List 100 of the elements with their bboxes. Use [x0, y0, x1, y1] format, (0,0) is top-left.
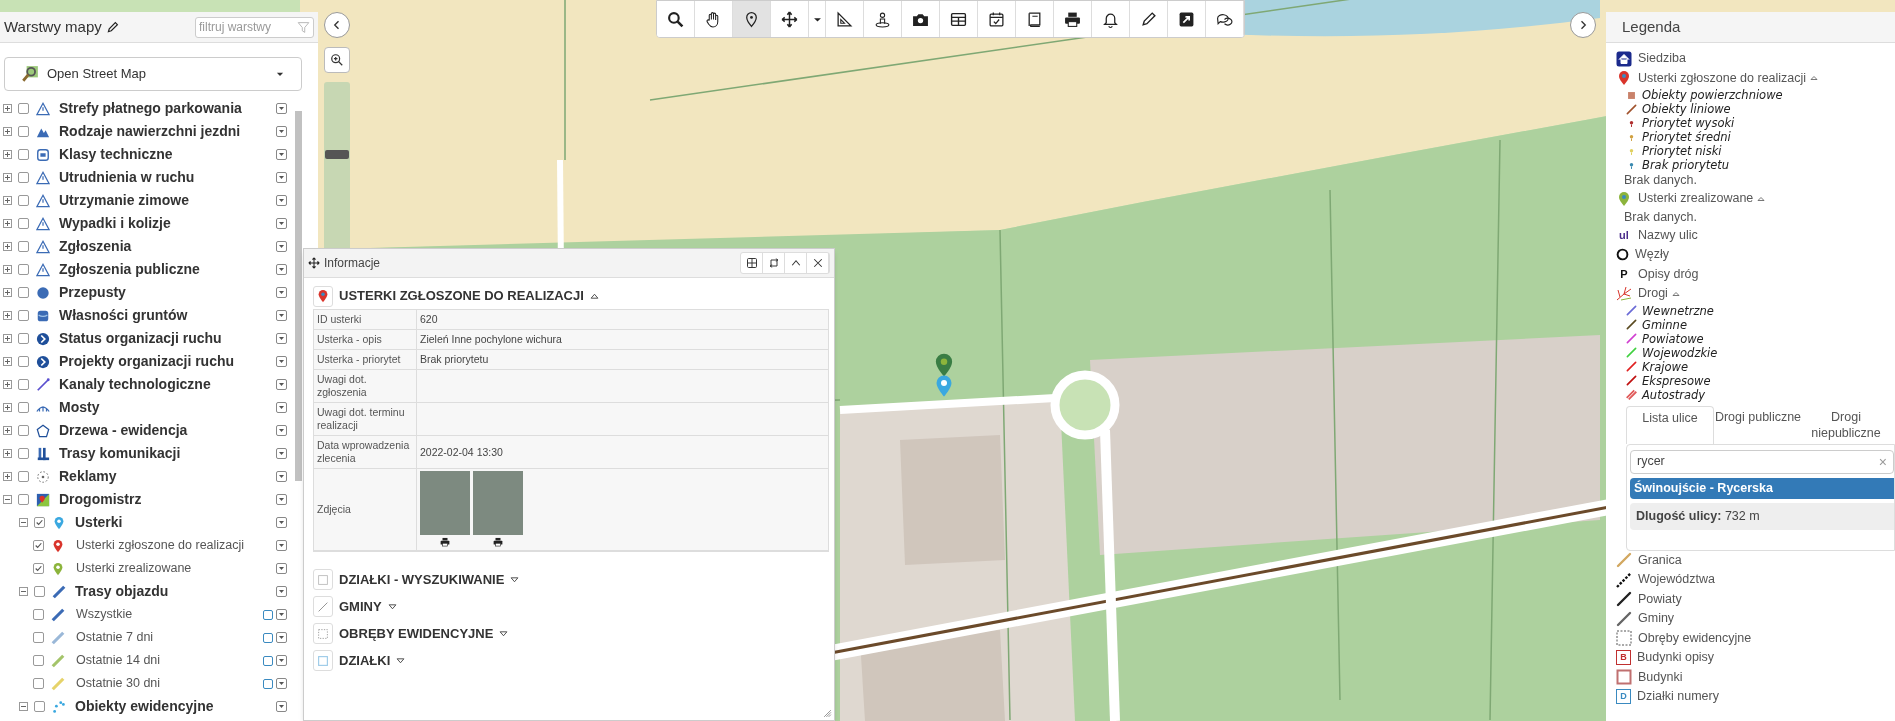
- checkbox[interactable]: [18, 103, 29, 114]
- expand-toggle-icon[interactable]: [3, 104, 12, 113]
- zoom-slider[interactable]: [324, 82, 350, 248]
- tab[interactable]: Drogi publiczne: [1714, 405, 1802, 444]
- basemap-dropdown[interactable]: Open Street Map: [4, 57, 302, 91]
- checkbox[interactable]: [18, 172, 29, 183]
- layer-name[interactable]: Przepusty: [59, 282, 126, 303]
- dropdown-icon[interactable]: [276, 425, 287, 436]
- dropdown-icon[interactable]: [276, 494, 287, 505]
- dropdown-icon[interactable]: [276, 632, 287, 643]
- checkbox[interactable]: [33, 609, 44, 620]
- checkbox[interactable]: [18, 126, 29, 137]
- zoom-in-button[interactable]: [324, 47, 350, 73]
- dropdown-icon[interactable]: [276, 655, 287, 666]
- dropdown-icon[interactable]: [276, 218, 287, 229]
- layer-name[interactable]: Usterki: [75, 512, 123, 533]
- checkbox[interactable]: [18, 333, 29, 344]
- dropdown-icon[interactable]: [276, 126, 287, 137]
- expand-toggle-icon[interactable]: [19, 518, 28, 527]
- section-title[interactable]: USTERKI ZGŁOSZONE DO REALIZACJI: [339, 286, 584, 306]
- checkbox[interactable]: [18, 379, 29, 390]
- layer-name[interactable]: Drogomistrz: [59, 489, 142, 510]
- layer-name[interactable]: Własności gruntów: [59, 305, 188, 326]
- dropdown-icon[interactable]: [276, 563, 287, 574]
- tab[interactable]: Lista ulice: [1626, 405, 1714, 444]
- caret-icon[interactable]: [396, 656, 406, 665]
- dropdown-icon[interactable]: [276, 586, 287, 597]
- checkbox[interactable]: [33, 678, 44, 689]
- dropdown-icon[interactable]: [276, 356, 287, 367]
- caret-icon[interactable]: [1671, 289, 1680, 298]
- layer-name[interactable]: Wypadki i kolizje: [59, 213, 171, 234]
- dropdown-icon[interactable]: [276, 149, 287, 160]
- expand-toggle-icon[interactable]: [3, 311, 12, 320]
- layer-name[interactable]: Strefy płatnego parkowania: [59, 98, 242, 119]
- checkbox[interactable]: [33, 563, 44, 574]
- layer-name[interactable]: Wszystkie: [76, 605, 133, 624]
- dropdown-icon[interactable]: [276, 195, 287, 206]
- style-button[interactable]: [263, 678, 273, 689]
- expand-toggle-icon[interactable]: [19, 587, 28, 596]
- checkbox[interactable]: [34, 701, 45, 712]
- layer-name[interactable]: Utrzymanie zimowe: [59, 190, 189, 211]
- layer-name[interactable]: Status organizacji ruchu: [59, 328, 222, 349]
- layer-name[interactable]: Zgłoszenia publiczne: [59, 259, 200, 280]
- layer-name[interactable]: Ostatnie 7 dni: [76, 628, 154, 647]
- layer-name[interactable]: Projekty organizacji ruchu: [59, 351, 235, 372]
- checkbox[interactable]: [18, 494, 29, 505]
- resize-handle-icon[interactable]: [823, 709, 832, 718]
- dropdown-icon[interactable]: [276, 678, 287, 689]
- expand-toggle-icon[interactable]: [3, 173, 12, 182]
- slider-thumb[interactable]: [325, 149, 349, 159]
- dropdown-icon[interactable]: [276, 333, 287, 344]
- caret-icon[interactable]: [387, 602, 397, 611]
- checkbox[interactable]: [18, 471, 29, 482]
- expand-toggle-icon[interactable]: [3, 196, 12, 205]
- caret-icon[interactable]: [510, 575, 520, 584]
- dropdown-icon[interactable]: [276, 471, 287, 482]
- checkbox[interactable]: [18, 218, 29, 229]
- layer-name[interactable]: Drzewa - ewidencja: [59, 420, 188, 441]
- checkbox[interactable]: [33, 655, 44, 666]
- style-button[interactable]: [263, 632, 273, 643]
- expand-toggle-icon[interactable]: [3, 334, 12, 343]
- checkbox[interactable]: [33, 540, 44, 551]
- caret-icon[interactable]: [1810, 74, 1819, 83]
- expand-toggle-icon[interactable]: [3, 150, 12, 159]
- expand-toggle-icon[interactable]: [3, 449, 12, 458]
- dropdown-icon[interactable]: [276, 287, 287, 298]
- pencil-icon[interactable]: [105, 20, 119, 34]
- expand-toggle-icon[interactable]: [3, 265, 12, 274]
- expand-toggle-icon[interactable]: [3, 288, 12, 297]
- layer-name[interactable]: Ostatnie 14 dni: [76, 651, 161, 670]
- layer-name[interactable]: Usterki zgłoszone do realizacji: [76, 536, 245, 555]
- checkbox[interactable]: [18, 448, 29, 459]
- layer-name[interactable]: Klasy techniczne: [59, 144, 173, 165]
- printer-icon[interactable]: [440, 537, 450, 547]
- layer-name[interactable]: Utrudnienia w ruchu: [59, 167, 195, 188]
- caret-icon[interactable]: [499, 629, 509, 638]
- dropdown-icon[interactable]: [276, 379, 287, 390]
- expand-toggle-icon[interactable]: [3, 127, 12, 136]
- move-icon[interactable]: [308, 257, 320, 269]
- scrollbar-thumb[interactable]: [295, 111, 302, 481]
- section-title[interactable]: GMINY: [339, 596, 382, 617]
- search-field[interactable]: rycer ×: [1630, 449, 1894, 474]
- checkbox[interactable]: [18, 310, 29, 321]
- expand-toggle-icon[interactable]: [3, 495, 12, 504]
- dropdown-icon[interactable]: [276, 609, 287, 620]
- checkbox[interactable]: [34, 586, 45, 597]
- layer-name[interactable]: Reklamy: [59, 466, 117, 487]
- dropdown-icon[interactable]: [276, 264, 287, 275]
- expand-toggle-icon[interactable]: [3, 426, 12, 435]
- toolbar-button[interactable]: [733, 1, 771, 37]
- expand-toggle-icon[interactable]: [3, 357, 12, 366]
- layer-name[interactable]: Zgłoszenia: [59, 236, 132, 257]
- layer-name[interactable]: Trasy komunikacji: [59, 443, 181, 464]
- tab[interactable]: Drogi niepubliczne: [1802, 405, 1890, 444]
- checkbox[interactable]: [33, 632, 44, 643]
- dropdown-icon[interactable]: [276, 103, 287, 114]
- checkbox[interactable]: [18, 149, 29, 160]
- dropdown-icon[interactable]: [276, 701, 287, 712]
- street-result[interactable]: Świnoujście - Rycerska: [1630, 477, 1894, 499]
- checkbox[interactable]: [18, 241, 29, 252]
